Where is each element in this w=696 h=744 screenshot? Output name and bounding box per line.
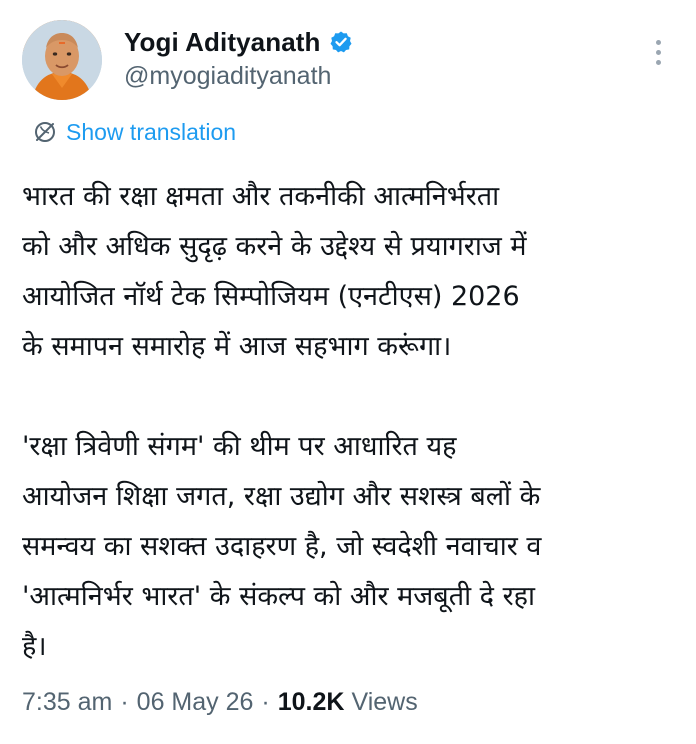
tweet-metadata: 7:35 am · 06 May 26 · 10.2K Views <box>22 688 418 717</box>
profile-avatar[interactable] <box>22 20 102 100</box>
more-options-icon[interactable] <box>648 40 668 70</box>
author-handle[interactable]: @myogiadityanath <box>124 62 331 91</box>
tweet-time[interactable]: 7:35 am <box>22 688 112 717</box>
tweet-paragraph-1: भारत की रक्षा क्षमता और तकनीकी आत्मनिर्भ… <box>22 181 527 362</box>
views-label[interactable]: Views <box>351 688 417 717</box>
tweet-paragraph-2: 'रक्षा त्रिवेणी संगम' की थीम पर आधारित य… <box>22 431 542 662</box>
avatar-image <box>22 20 102 100</box>
tweet-text: भारत की रक्षा क्षमता और तकनीकी आत्मनिर्भ… <box>22 172 682 672</box>
tweet-header: Yogi Adityanath @myogiadityanath <box>0 0 696 110</box>
verified-badge-icon <box>329 30 353 54</box>
meta-separator-2: · <box>261 688 270 716</box>
show-translation-button[interactable]: Show translation <box>32 117 236 147</box>
views-count[interactable]: 10.2K <box>278 688 345 717</box>
author-name-row[interactable]: Yogi Adityanath <box>124 26 353 58</box>
show-translation-label[interactable]: Show translation <box>66 119 236 146</box>
author-name[interactable]: Yogi Adityanath <box>124 27 321 58</box>
globe-icon <box>32 119 58 145</box>
meta-separator: · <box>120 688 129 716</box>
tweet-date[interactable]: 06 May 26 <box>137 688 254 717</box>
